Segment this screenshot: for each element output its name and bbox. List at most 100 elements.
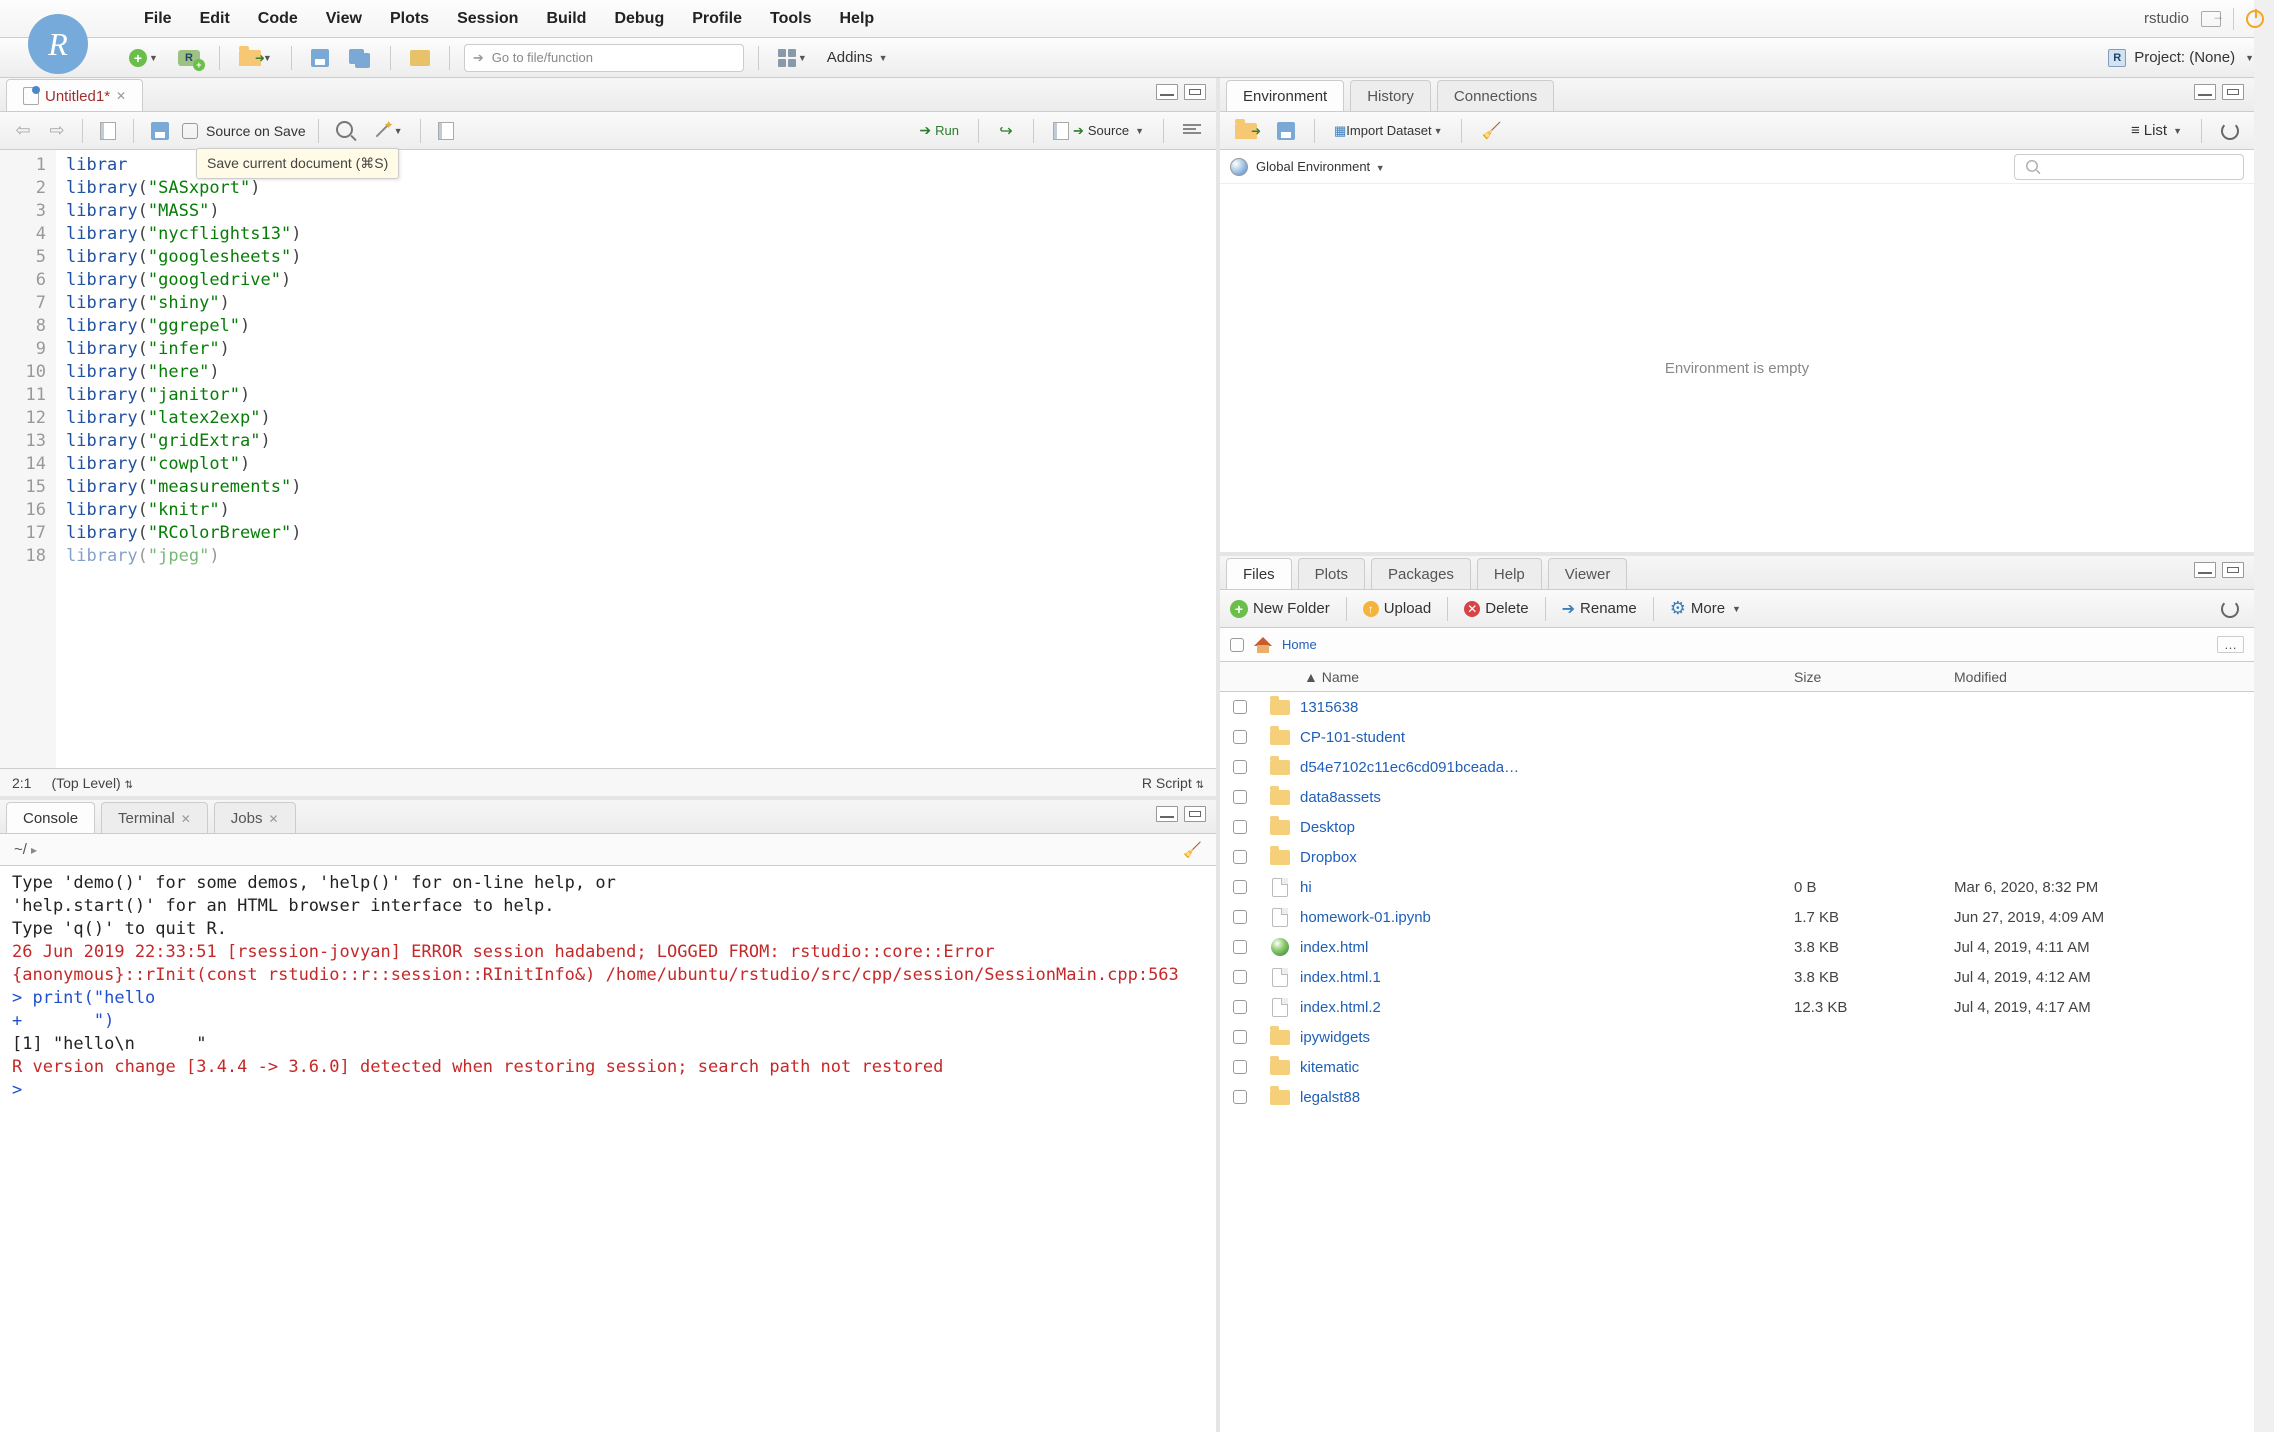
- file-checkbox[interactable]: [1233, 790, 1247, 804]
- menu-code[interactable]: Code: [244, 6, 312, 32]
- file-checkbox[interactable]: [1233, 760, 1247, 774]
- source-dropdown-button[interactable]: ➔Source▼: [1048, 117, 1149, 145]
- column-name[interactable]: ▲ Name: [1300, 669, 1794, 685]
- file-checkbox[interactable]: [1233, 1000, 1247, 1014]
- close-tab-icon[interactable]: ✕: [116, 89, 126, 103]
- save-button[interactable]: [306, 44, 334, 72]
- minimize-pane-icon[interactable]: [1156, 806, 1178, 822]
- maximize-pane-icon[interactable]: [2222, 562, 2244, 578]
- file-checkbox[interactable]: [1233, 730, 1247, 744]
- select-all-checkbox[interactable]: [1230, 638, 1244, 652]
- sign-out-icon[interactable]: [2201, 11, 2221, 27]
- import-dataset-button[interactable]: ▦ Import Dataset▼: [1329, 117, 1447, 145]
- tab-help[interactable]: Help: [1477, 558, 1542, 589]
- file-checkbox[interactable]: [1233, 700, 1247, 714]
- code-editor[interactable]: 123456789101112131415161718 librarlibrar…: [0, 150, 1216, 768]
- rename-button[interactable]: ➔Rename: [1562, 599, 1637, 619]
- file-name-link[interactable]: ipywidgets: [1300, 1029, 1794, 1046]
- minimize-pane-icon[interactable]: [2194, 84, 2216, 100]
- code-tools-button[interactable]: ▼: [369, 117, 408, 145]
- compile-report-button[interactable]: [433, 117, 459, 145]
- tab-history[interactable]: History: [1350, 80, 1431, 111]
- environment-scope-dropdown[interactable]: Global Environment ▼: [1256, 159, 1385, 174]
- tab-packages[interactable]: Packages: [1371, 558, 1471, 589]
- files-refresh-button[interactable]: [2216, 595, 2244, 623]
- file-name-link[interactable]: 1315638: [1300, 699, 1794, 716]
- menu-debug[interactable]: Debug: [600, 6, 678, 32]
- source-on-save-checkbox[interactable]: [182, 123, 198, 139]
- re-run-button[interactable]: ↪: [993, 117, 1019, 145]
- tab-terminal[interactable]: Terminal ✕: [101, 802, 208, 833]
- console-path-picker[interactable]: ▸: [31, 843, 37, 857]
- more-dropdown[interactable]: ⚙More▼: [1670, 598, 1741, 619]
- file-name-link[interactable]: index.html.1: [1300, 969, 1794, 986]
- file-checkbox[interactable]: [1233, 970, 1247, 984]
- save-all-button[interactable]: [344, 44, 376, 72]
- breadcrumb-more[interactable]: …: [2217, 636, 2244, 653]
- home-icon[interactable]: [1254, 637, 1272, 653]
- environment-search-input[interactable]: [2014, 154, 2244, 180]
- file-name-link[interactable]: Desktop: [1300, 819, 1794, 836]
- maximize-pane-icon[interactable]: [2222, 84, 2244, 100]
- refresh-button[interactable]: [2216, 117, 2244, 145]
- file-checkbox[interactable]: [1233, 940, 1247, 954]
- file-name-link[interactable]: Dropbox: [1300, 849, 1794, 866]
- new-file-button[interactable]: ▼: [124, 44, 163, 72]
- addins-dropdown[interactable]: Addins▼: [822, 44, 893, 72]
- menu-tools[interactable]: Tools: [756, 6, 825, 32]
- tab-viewer[interactable]: Viewer: [1548, 558, 1628, 589]
- column-size[interactable]: Size: [1794, 669, 1954, 685]
- view-mode-dropdown[interactable]: ≡ List▼: [2126, 117, 2187, 145]
- breadcrumb-home[interactable]: Home: [1282, 637, 1317, 652]
- menu-file[interactable]: File: [130, 6, 186, 32]
- menu-profile[interactable]: Profile: [678, 6, 756, 32]
- file-checkbox[interactable]: [1233, 880, 1247, 894]
- console-output[interactable]: Type 'demo()' for some demos, 'help()' f…: [0, 866, 1216, 1432]
- menu-session[interactable]: Session: [443, 6, 532, 32]
- maximize-pane-icon[interactable]: [1184, 84, 1206, 100]
- file-type-selector[interactable]: R Script ⇅: [1142, 775, 1204, 791]
- file-checkbox[interactable]: [1233, 1030, 1247, 1044]
- save-document-button[interactable]: [146, 117, 174, 145]
- new-folder-button[interactable]: New Folder: [1230, 600, 1330, 618]
- clear-console-icon[interactable]: 🧹: [1183, 841, 1202, 859]
- close-tab-icon[interactable]: ✕: [268, 812, 278, 826]
- file-name-link[interactable]: CP-101-student: [1300, 729, 1794, 746]
- file-name-link[interactable]: kitematic: [1300, 1059, 1794, 1076]
- window-scrollbar[interactable]: [2254, 0, 2274, 1432]
- go-to-file-input[interactable]: ➔Go to file/function: [464, 44, 744, 72]
- load-workspace-button[interactable]: ➜: [1230, 117, 1262, 145]
- close-tab-icon[interactable]: ✕: [181, 812, 191, 826]
- menu-help[interactable]: Help: [826, 6, 889, 32]
- file-name-link[interactable]: d54e7102c11ec6cd091bceada…: [1300, 759, 1794, 776]
- file-checkbox[interactable]: [1233, 1090, 1247, 1104]
- run-button[interactable]: ➔Run: [914, 117, 964, 145]
- clear-workspace-button[interactable]: 🧹: [1476, 117, 1506, 145]
- menu-plots[interactable]: Plots: [376, 6, 443, 32]
- maximize-pane-icon[interactable]: [1184, 806, 1206, 822]
- file-name-link[interactable]: index.html.2: [1300, 999, 1794, 1016]
- project-label[interactable]: Project: (None): [2134, 49, 2235, 66]
- nav-back-button[interactable]: ⇦: [10, 117, 36, 145]
- tab-connections[interactable]: Connections: [1437, 80, 1554, 111]
- tab-files[interactable]: Files: [1226, 558, 1292, 589]
- menu-edit[interactable]: Edit: [186, 6, 244, 32]
- workspace-panes-button[interactable]: ▼: [773, 44, 812, 72]
- file-checkbox[interactable]: [1233, 1060, 1247, 1074]
- minimize-pane-icon[interactable]: [1156, 84, 1178, 100]
- upload-button[interactable]: Upload: [1363, 600, 1432, 617]
- file-name-link[interactable]: hi: [1300, 879, 1794, 896]
- tab-plots[interactable]: Plots: [1298, 558, 1365, 589]
- file-name-link[interactable]: homework-01.ipynb: [1300, 909, 1794, 926]
- save-workspace-button[interactable]: [1272, 117, 1300, 145]
- tab-console[interactable]: Console: [6, 802, 95, 833]
- menu-build[interactable]: Build: [532, 6, 600, 32]
- file-name-link[interactable]: data8assets: [1300, 789, 1794, 806]
- file-name-link[interactable]: index.html: [1300, 939, 1794, 956]
- minimize-pane-icon[interactable]: [2194, 562, 2216, 578]
- scope-selector[interactable]: (Top Level) ⇅: [51, 775, 133, 791]
- show-in-new-window-button[interactable]: [95, 117, 121, 145]
- column-modified[interactable]: Modified: [1954, 669, 2254, 685]
- tab-jobs[interactable]: Jobs ✕: [214, 802, 296, 833]
- file-checkbox[interactable]: [1233, 820, 1247, 834]
